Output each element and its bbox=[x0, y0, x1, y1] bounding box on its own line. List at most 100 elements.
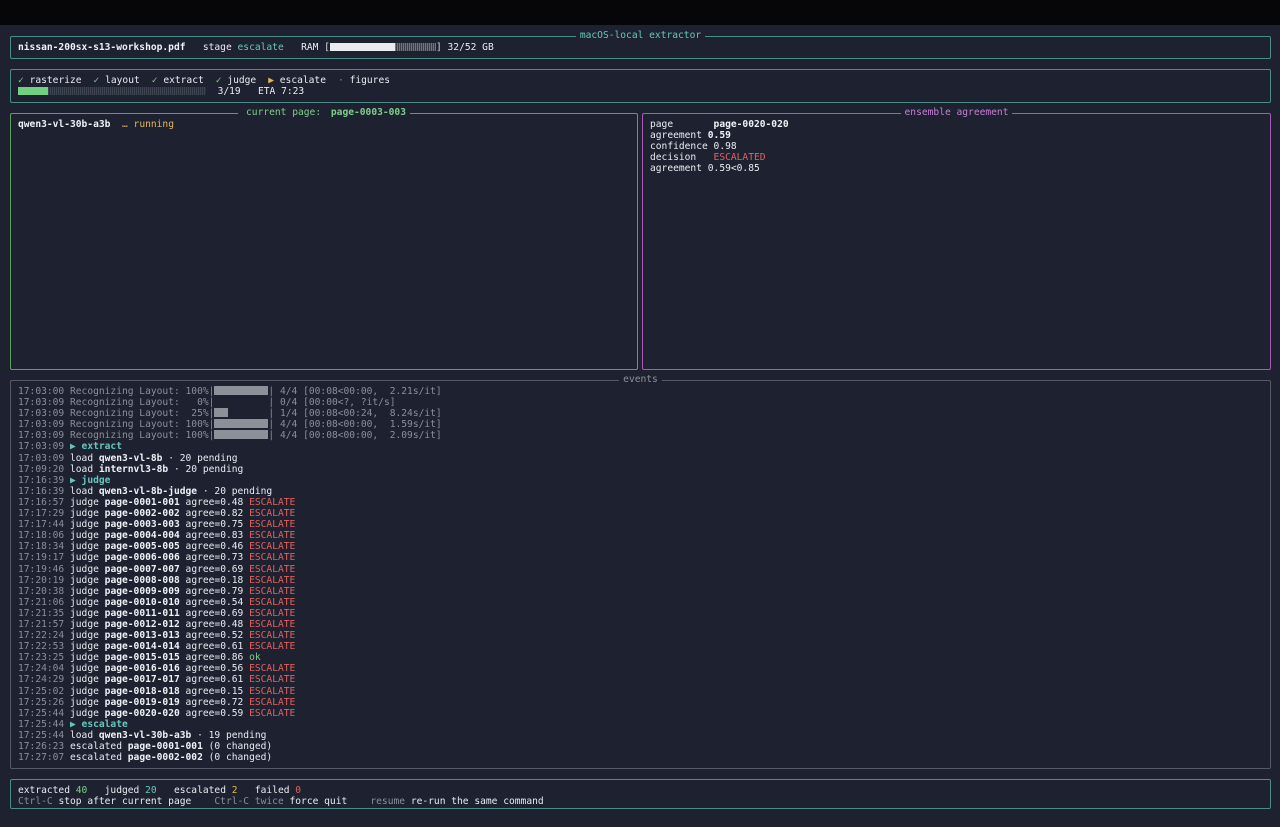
event-agree: agree=0.79 bbox=[185, 585, 244, 597]
stage-status-icon: ✓ bbox=[151, 75, 158, 86]
event-verb: load bbox=[70, 485, 94, 497]
event-verb: judge bbox=[70, 652, 99, 664]
event-model: internvl3-8b bbox=[98, 463, 169, 475]
event-line: 17:22:53 judge page-0014-014 agree=0.61 … bbox=[18, 641, 442, 652]
event-line: 17:20:38 judge page-0009-009 agree=0.79 … bbox=[18, 586, 442, 597]
header-title: macOS-local extractor bbox=[575, 30, 706, 41]
event-agree: agree=0.82 bbox=[185, 508, 244, 520]
event-agree: agree=0.18 bbox=[185, 574, 244, 586]
event-page: page-0003-003 bbox=[104, 519, 180, 531]
event-line: 17:16:39 ▶ judge bbox=[18, 475, 442, 486]
event-line: 17:16:57 judge page-0001-001 agree=0.48 … bbox=[18, 497, 442, 508]
event-time: 17:25:44 bbox=[18, 729, 65, 741]
events-log: 17:03:00 Recognizing Layout: 100%| | 4/4 … bbox=[18, 386, 442, 763]
event-progress-tail: 4/4 [00:08<00:00, 1.59s/it] bbox=[279, 419, 442, 431]
event-label: Recognizing Layout: bbox=[70, 430, 180, 442]
event-agree: agree=0.59 bbox=[185, 707, 244, 719]
event-time: 17:21:35 bbox=[18, 607, 65, 619]
event-time: 17:03:09 bbox=[18, 430, 65, 442]
event-agree: agree=0.83 bbox=[185, 530, 244, 542]
stage-escalate: ▶ escalate bbox=[268, 75, 326, 86]
ensemble-title: ensemble agreement bbox=[900, 107, 1013, 118]
event-time: 17:18:06 bbox=[18, 530, 65, 542]
event-page: page-0009-009 bbox=[104, 585, 180, 597]
event-progress-line: 17:03:09 Recognizing Layout: 100%| | 4/4 … bbox=[18, 419, 442, 431]
event-model: qwen3-vl-8b bbox=[98, 452, 163, 464]
event-page: page-0018-018 bbox=[104, 685, 180, 697]
event-page: page-0011-011 bbox=[104, 607, 180, 619]
event-percent: 100% bbox=[185, 419, 209, 431]
stage-status-icon: ✓ bbox=[18, 75, 24, 86]
pipeline-progress-bar bbox=[18, 87, 206, 95]
stage-name: rasterize bbox=[29, 75, 82, 86]
event-time: 17:20:19 bbox=[18, 574, 65, 586]
event-verb: judge bbox=[70, 641, 99, 653]
progress-count: 3/19 bbox=[217, 86, 241, 97]
header-panel: macOS-local extractor nissan-200sx-s13-w… bbox=[10, 30, 1271, 59]
event-verb: judge bbox=[70, 552, 99, 564]
event-time: 17:16:39 bbox=[18, 474, 65, 486]
event-line: 17:22:24 judge page-0013-013 agree=0.52 … bbox=[18, 630, 442, 641]
event-time: 17:20:38 bbox=[18, 585, 65, 597]
event-line: 17:03:09 ▶ extract bbox=[18, 441, 442, 452]
event-percent: 0% bbox=[185, 397, 209, 409]
ensemble-confidence-row: confidence 0.98 bbox=[650, 141, 737, 153]
event-page: page-0019-019 bbox=[104, 696, 180, 708]
ensemble-page-value: page-0020-020 bbox=[713, 119, 789, 130]
event-page: page-0001-001 bbox=[127, 741, 203, 752]
ensemble-agreement-value: 0.59 bbox=[707, 130, 731, 142]
event-verdict: ok bbox=[249, 652, 261, 664]
ensemble-agreement-panel: ensemble agreement page page-0020-020 ag… bbox=[642, 107, 1271, 370]
event-tail: · 19 pending bbox=[197, 729, 267, 741]
event-time: 17:16:57 bbox=[18, 496, 65, 508]
event-agree: agree=0.52 bbox=[185, 630, 244, 642]
progress-eta: ETA 7:23 bbox=[258, 86, 305, 97]
event-verb: judge bbox=[70, 607, 99, 619]
progress-rest bbox=[47, 87, 206, 95]
window-titlebar bbox=[0, 0, 1280, 25]
event-line: 17:26:23 escalated page-0001-001 (0 chan… bbox=[18, 741, 442, 752]
event-verb: judge bbox=[70, 519, 99, 531]
pdf-filename: nissan-200sx-s13-workshop.pdf bbox=[18, 42, 186, 53]
tqdm-bar-fill bbox=[214, 386, 269, 395]
event-page: page-0002-002 bbox=[127, 752, 203, 764]
event-line: 17:19:46 judge page-0007-007 agree=0.69 … bbox=[18, 564, 442, 575]
event-agree: agree=0.75 bbox=[185, 519, 244, 531]
event-line: 17:03:09 load qwen3-vl-8b · 20 pending bbox=[18, 453, 442, 464]
event-progress-line: 17:03:09 Recognizing Layout: 100%| | 4/4 … bbox=[18, 430, 442, 442]
ram-meter-rest bbox=[395, 43, 436, 51]
stage-name: figures bbox=[349, 75, 390, 86]
event-agree: agree=0.73 bbox=[185, 552, 244, 564]
event-agree: agree=0.61 bbox=[185, 674, 244, 686]
ram-label: RAM bbox=[301, 42, 319, 53]
event-stage-marker: ▶ judge bbox=[70, 474, 111, 486]
event-time: 17:03:09 bbox=[18, 441, 65, 453]
event-page: page-0012-012 bbox=[104, 618, 180, 630]
event-time: 17:19:17 bbox=[18, 552, 65, 564]
event-page: page-0006-006 bbox=[104, 552, 180, 564]
event-label: Recognizing Layout: bbox=[70, 419, 180, 431]
event-time: 17:25:02 bbox=[18, 685, 65, 697]
ram-meter bbox=[329, 43, 436, 51]
event-time: 17:03:09 bbox=[18, 408, 65, 420]
event-verb: load bbox=[70, 452, 94, 464]
events-log-panel: events 17:03:00 Recognizing Layout: 100%… bbox=[10, 374, 1271, 769]
stage-layout: ✓ layout bbox=[94, 75, 140, 86]
status-footer: extracted 40 judged 20 escalated 2 faile… bbox=[10, 779, 1271, 809]
hints-row: Ctrl-C stop after current page Ctrl-C tw… bbox=[18, 796, 544, 808]
event-verb: judge bbox=[70, 707, 99, 719]
event-progress-tail: 1/4 [00:08<00:24, 8.24s/it] bbox=[279, 408, 442, 420]
event-verdict: ESCALATE bbox=[249, 585, 296, 597]
event-verb: judge bbox=[70, 508, 99, 520]
event-agree: agree=0.46 bbox=[185, 541, 244, 553]
stage-status-icon: ✓ bbox=[93, 75, 100, 86]
stage-judge: ✓ judge bbox=[216, 75, 256, 86]
event-verdict: ESCALATE bbox=[249, 685, 296, 697]
event-time: 17:27:07 bbox=[18, 752, 65, 764]
event-verb: load bbox=[70, 463, 94, 475]
event-verb: escalated bbox=[70, 741, 122, 752]
event-time: 17:03:09 bbox=[18, 419, 65, 431]
stage-rasterize: ✓ rasterize bbox=[18, 75, 82, 86]
event-verb: judge bbox=[70, 496, 99, 508]
event-page: page-0020-020 bbox=[104, 707, 180, 719]
